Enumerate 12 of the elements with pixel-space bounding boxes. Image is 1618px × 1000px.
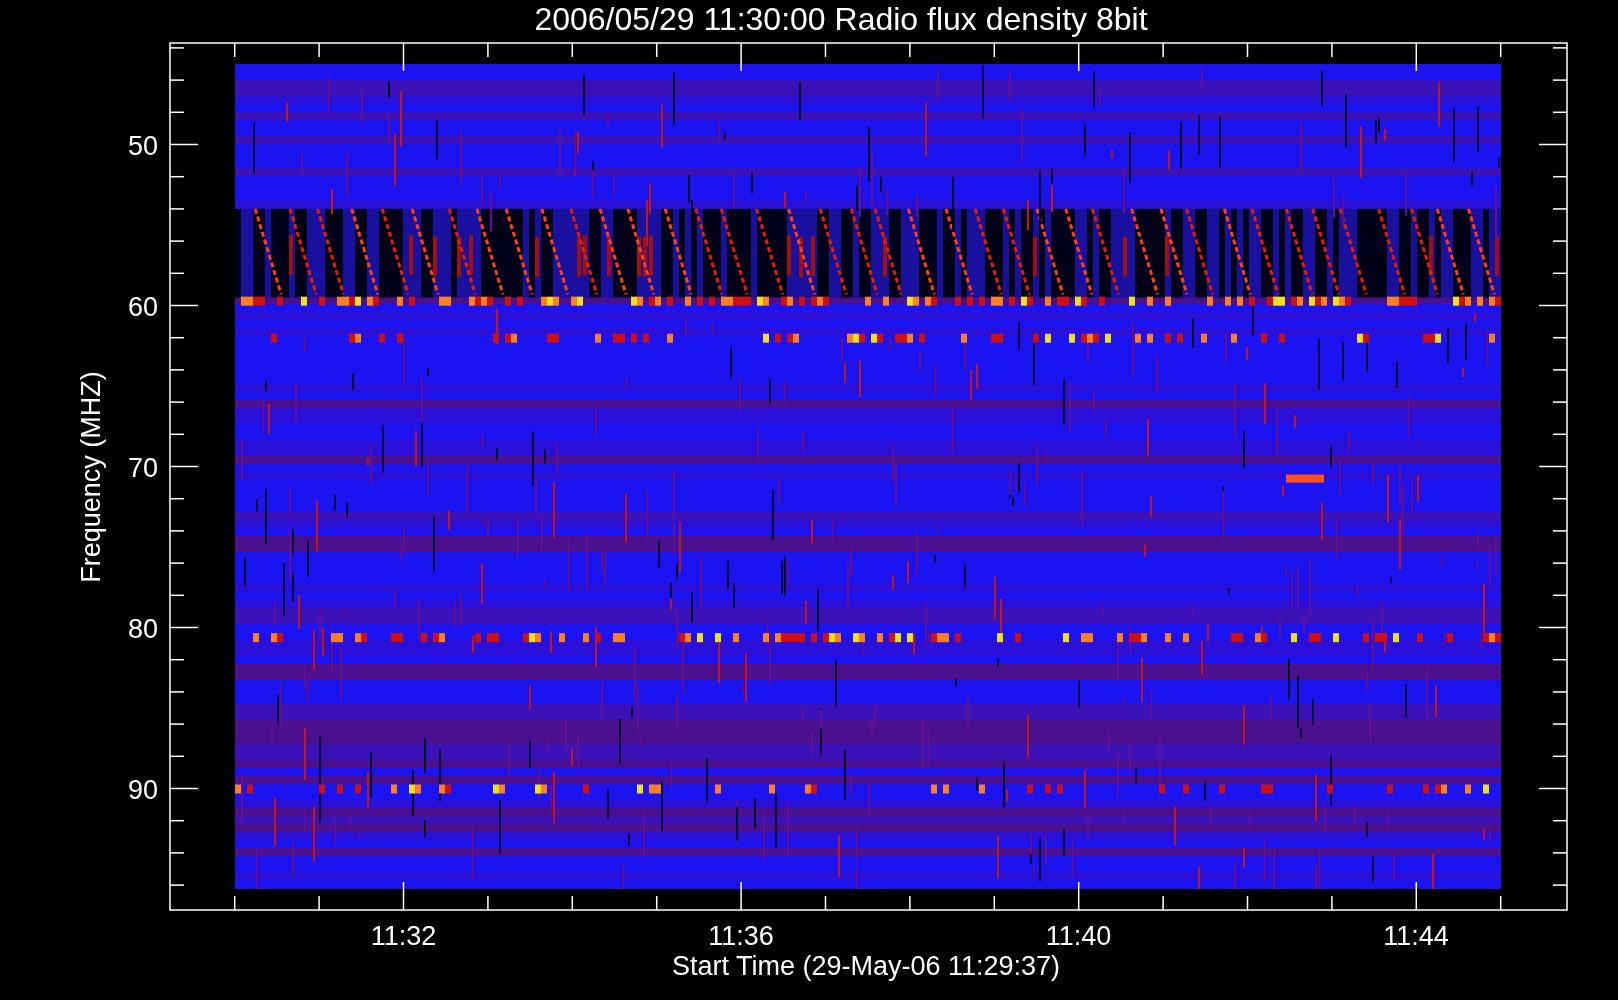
y-axis-label: Frequency (MHZ) <box>76 371 106 583</box>
x-tick-label: 11:44 <box>1383 921 1449 951</box>
plot-title: 2006/05/29 11:30:00 Radio flux density 8bit <box>534 1 1148 37</box>
y-tick-label: 70 <box>127 452 158 483</box>
y-tick-label: 60 <box>127 291 158 322</box>
x-tick-label: 11:40 <box>1045 921 1112 951</box>
y-tick-label: 80 <box>127 613 158 644</box>
y-tick-label: 50 <box>127 130 158 161</box>
y-tick-label: 90 <box>127 774 158 805</box>
x-axis-label: Start Time (29-May-06 11:29:37) <box>671 951 1061 981</box>
x-tick-label: 11:36 <box>708 921 774 951</box>
x-tick-label: 11:32 <box>370 921 437 951</box>
